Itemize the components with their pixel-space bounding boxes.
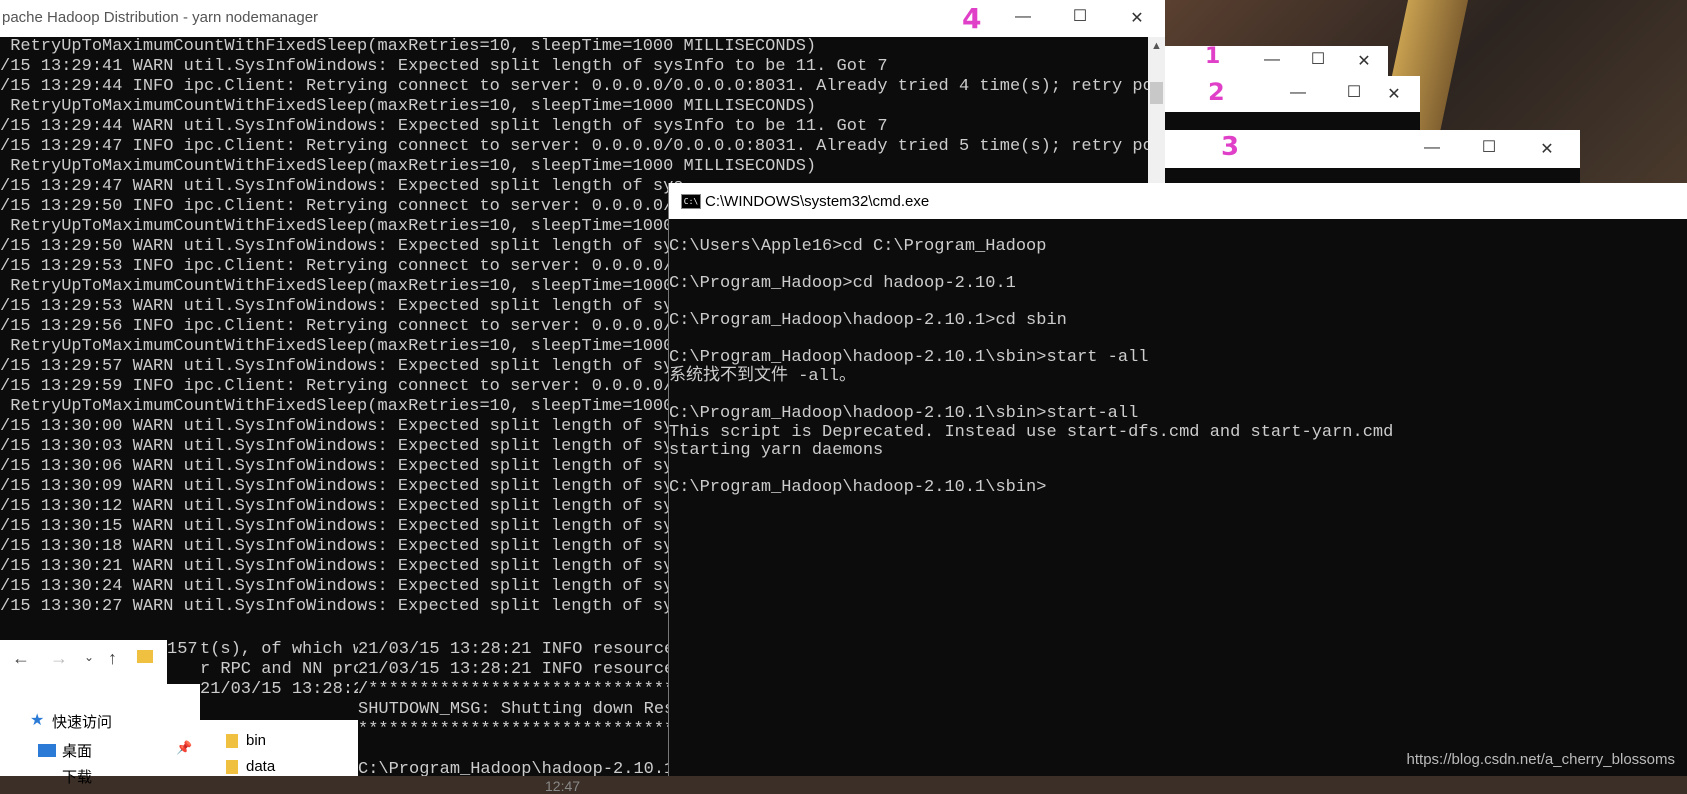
lower-terminal-c: 21/03/15 13:28:21 INFO resource 21/03/15 …	[358, 640, 669, 776]
terminal-line: C:\Program_Hadoop\hadoop-2.10.1>cd sbin	[669, 310, 1067, 330]
terminal-line: /15 13:29:44 WARN util.SysInfoWindows: E…	[0, 117, 888, 136]
up-arrow-icon[interactable]: ↑	[108, 648, 117, 669]
close-button[interactable]: ✕	[1371, 84, 1417, 104]
terminal-line: /15 13:29:44 INFO ipc.Client: Retrying c…	[0, 77, 1148, 96]
annotation-2: 2	[1208, 78, 1225, 106]
scroll-thumb[interactable]	[1150, 82, 1163, 104]
maximize-button[interactable]: ☐	[1295, 49, 1341, 69]
close-button[interactable]: ✕	[1341, 51, 1387, 71]
minimize-button[interactable]: —	[1000, 8, 1046, 26]
cmd-icon: C:\	[681, 194, 701, 209]
downloads-item[interactable]: 下载	[62, 766, 92, 787]
terminal-line: r RPC and NN pro	[200, 660, 361, 679]
folder-data[interactable]: data	[246, 758, 275, 775]
terminal-line: RetryUpToMaximumCountWithFixedSleep(maxR…	[0, 97, 817, 116]
window-3-titlebar[interactable]: 3 — ☐ ✕	[1165, 130, 1580, 168]
terminal-line: *******************************	[358, 720, 669, 739]
window-title: pache Hadoop Distribution - yarn nodeman…	[2, 9, 319, 26]
back-arrow-icon[interactable]: ←	[12, 648, 30, 669]
desktop-item[interactable]: 桌面	[62, 740, 92, 761]
lower-terminal-a: 157	[167, 640, 203, 684]
forward-arrow-icon[interactable]: →	[50, 648, 68, 669]
chevron-down-icon[interactable]: ⌄	[84, 650, 94, 664]
folder-bin[interactable]: bin	[246, 732, 266, 749]
folder-icon	[226, 734, 238, 748]
annotation-3: 3	[1221, 132, 1240, 162]
terminal-line: 21/03/15 13:28:2	[200, 680, 361, 699]
annotation-1: 1	[1205, 44, 1221, 69]
window-2-titlebar[interactable]: 2 — ☐ ✕	[1165, 76, 1420, 112]
window-titlebar[interactable]: pache Hadoop Distribution - yarn nodeman…	[0, 0, 1165, 37]
terminal-line: C:\Users\Apple16>cd C:\Program_Hadoop	[669, 236, 1047, 256]
maximize-button[interactable]: ☐	[1057, 6, 1103, 26]
scroll-up-arrow-icon[interactable]: ▲	[1151, 40, 1162, 52]
minimize-button[interactable]: —	[1275, 84, 1321, 102]
terminal-line: /15 13:29:41 WARN util.SysInfoWindows: E…	[0, 57, 888, 76]
desktop-icon	[38, 744, 56, 757]
terminal-line: C:\Program_Hadoop\hadoop-2.10.1\sbin>sta…	[669, 403, 1139, 423]
lower-terminal-b: t(s), of which wr RPC and NN pro 21/03/15…	[200, 640, 361, 720]
terminal-line: RetryUpToMaximumCountWithFixedSleep(maxR…	[0, 157, 817, 176]
terminal-line: 系统找不到文件 -all。	[669, 366, 857, 386]
terminal-line: /*******************************	[358, 680, 669, 699]
terminal-line: 21/03/15 13:28:21 INFO resource	[358, 640, 669, 659]
cmd-titlebar[interactable]: C:\ C:\WINDOWS\system32\cmd.exe	[669, 183, 1687, 219]
terminal-line: C:\Program_Hadoop\hadoop-2.10.1	[358, 760, 669, 776]
terminal-line: 21/03/15 13:28:21 INFO resource	[358, 660, 669, 679]
cmd-title: C:\WINDOWS\system32\cmd.exe	[705, 193, 930, 210]
terminal-line: /15 13:29:47 INFO ipc.Client: Retrying c…	[0, 137, 1148, 156]
terminal-line: C:\Program_Hadoop>cd hadoop-2.10.1	[669, 273, 1016, 293]
minimize-button[interactable]: —	[1409, 139, 1455, 157]
close-button[interactable]: ✕	[1524, 139, 1570, 159]
cmd-output[interactable]: C:\Users\Apple16>cd C:\Program_Hadoop C:\…	[669, 219, 1687, 776]
annotation-4: 4	[962, 2, 982, 35]
terminal-line: SHUTDOWN_MSG: Shutting down Res	[358, 700, 669, 719]
terminal-line: C:\Program_Hadoop\hadoop-2.10.1\sbin>	[669, 478, 1047, 498]
pin-icon: 📌	[176, 740, 193, 755]
watermark: https://blog.csdn.net/a_cherry_blossoms	[1406, 751, 1675, 768]
quick-access-star-icon: ★	[30, 712, 45, 729]
maximize-button[interactable]: ☐	[1466, 137, 1512, 157]
terminal-line: 157	[167, 640, 198, 659]
quick-access-label[interactable]: 快速访问	[52, 711, 112, 732]
folder-icon	[137, 650, 153, 663]
terminal-line: C:\Program_Hadoop\hadoop-2.10.1\sbin>sta…	[669, 348, 1149, 368]
window-1-titlebar[interactable]: 1 — ☐ ✕	[1165, 44, 1388, 76]
terminal-line: starting yarn daemons	[669, 441, 884, 461]
terminal-line: This script is Deprecated. Instead use s…	[669, 422, 1394, 442]
minimize-button[interactable]: —	[1249, 51, 1295, 69]
close-button[interactable]: ✕	[1114, 8, 1160, 28]
terminal-line: RetryUpToMaximumCountWithFixedSleep(maxR…	[0, 37, 817, 56]
terminal-line: t(s), of which w	[200, 640, 361, 659]
cmd-window[interactable]: C:\ C:\WINDOWS\system32\cmd.exe C:\Users…	[668, 183, 1687, 776]
window-2-body	[1165, 112, 1420, 130]
folder-icon	[226, 760, 238, 774]
